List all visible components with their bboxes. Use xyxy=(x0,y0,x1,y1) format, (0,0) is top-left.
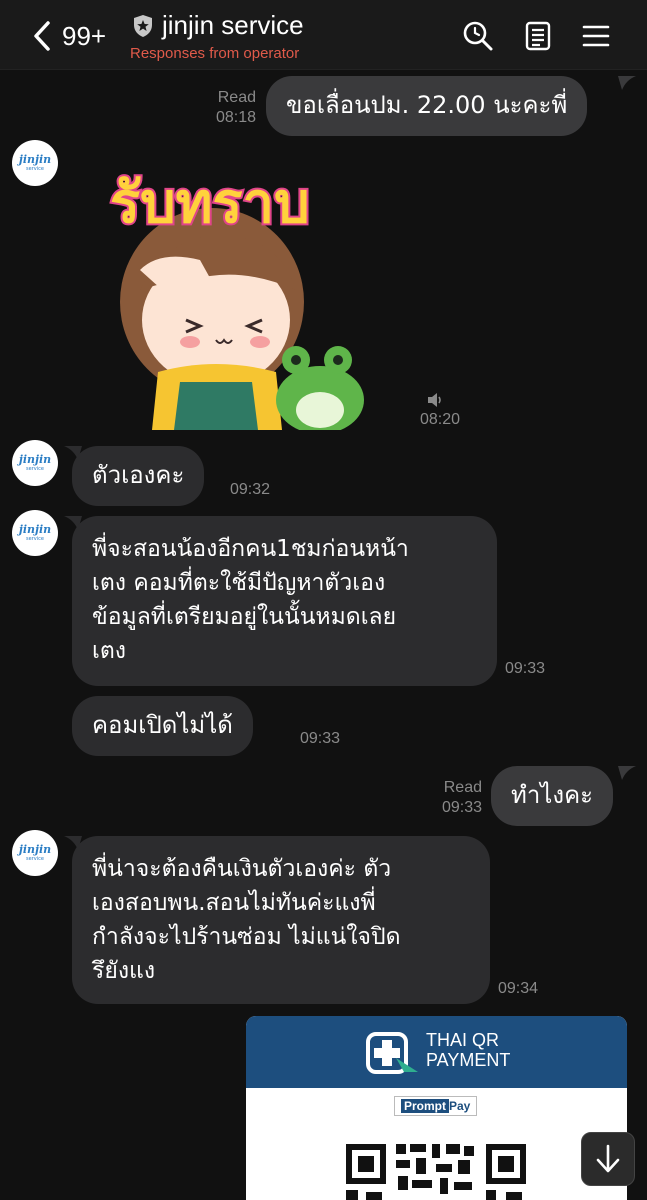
avatar[interactable]: jinjin service xyxy=(12,440,58,486)
message-line: ข้อมูลที่เตรียมอยู่ในนั้นหมดเลย xyxy=(92,604,397,630)
message-bubble-incoming[interactable]: คอมเปิดไม่ได้ xyxy=(72,696,253,756)
message-text: ทำไงคะ xyxy=(511,781,594,809)
message-time: 09:32 xyxy=(230,481,271,498)
qr-brand-text: THAI QR PAYMENT xyxy=(426,1030,511,1070)
menu-icon[interactable] xyxy=(580,20,612,52)
avatar[interactable]: jinjin service xyxy=(12,830,58,876)
message-line: พี่น่าจะต้องคืนเงินตัวเองค่ะ ตัว xyxy=(92,856,392,882)
read-status: Read xyxy=(217,89,256,106)
search-icon[interactable] xyxy=(462,20,494,52)
shield-star-icon xyxy=(134,14,152,37)
scroll-to-bottom-button[interactable] xyxy=(581,1132,635,1186)
bubble-tail xyxy=(618,76,636,90)
sticker-image[interactable]: รับทราบ xyxy=(100,160,390,430)
speaker-icon[interactable] xyxy=(426,392,444,408)
back-button[interactable]: 99+ xyxy=(30,18,106,54)
chat-title: jinjin service xyxy=(162,10,304,40)
thai-qr-logo-icon xyxy=(366,1032,418,1074)
qr-code-image xyxy=(346,1144,526,1200)
message-line: เตง xyxy=(92,638,127,664)
promptpay-logo: Prompt Pay xyxy=(394,1096,478,1116)
message-line: เตง คอมที่ตะใช้มีปัญหาตัวเอง xyxy=(92,570,386,596)
message-bubble-outgoing[interactable]: ขอเลื่อนปม. 22.00 นะคะพี่ xyxy=(266,76,588,136)
arrow-down-icon xyxy=(596,1144,620,1173)
message-time: 09:33 xyxy=(300,730,341,747)
message-text: ขอเลื่อนปม. 22.00 นะคะพี่ xyxy=(286,91,568,119)
message-time: 09:33 xyxy=(505,660,546,677)
read-status: Read xyxy=(443,779,482,796)
chat-subtitle: Responses from operator xyxy=(130,45,300,62)
message-line: เองสอบพน.สอนไม่ทันค่ะแงพี่ xyxy=(92,890,376,916)
message-line: กำลังจะไปร้านซ่อม ไม่แน่ใจปิด xyxy=(92,924,401,950)
chat-title-area[interactable]: jinjin service Responses from operator xyxy=(130,10,304,62)
unread-count: 99+ xyxy=(62,20,107,51)
chevron-left-icon xyxy=(34,21,50,51)
message-bubble-outgoing[interactable]: ทำไงคะ xyxy=(491,766,614,826)
message-line: พี่จะสอนน้องอีกคน1ชมก่อนหน้า xyxy=(92,536,409,562)
message-meta: Read 09:33 xyxy=(420,778,482,818)
message-time: 08:20 xyxy=(420,411,461,428)
notes-icon[interactable] xyxy=(522,20,554,52)
qr-card-header: THAI QR PAYMENT xyxy=(246,1016,627,1088)
avatar[interactable]: jinjin service xyxy=(12,140,58,186)
message-bubble-incoming[interactable]: พี่จะสอนน้องอีกคน1ชมก่อนหน้า เตง คอมที่ต… xyxy=(72,516,497,686)
thai-qr-payment-card[interactable]: THAI QR PAYMENT Prompt Pay xyxy=(246,1016,627,1200)
message-text: ตัวเองคะ xyxy=(92,461,185,489)
sticker-text: รับทราบ xyxy=(110,171,310,236)
avatar[interactable]: jinjin service xyxy=(12,510,58,556)
chat-header: 99+ jinjin service Responses from operat… xyxy=(0,0,647,70)
message-line: รึยังแง xyxy=(92,958,156,984)
message-bubble-incoming[interactable]: ตัวเองคะ xyxy=(72,446,205,506)
message-meta: Read 08:18 xyxy=(196,88,256,128)
message-bubble-incoming[interactable]: พี่น่าจะต้องคืนเงินตัวเองค่ะ ตัว เองสอบพ… xyxy=(72,836,490,1004)
message-time: 09:33 xyxy=(441,799,482,816)
message-time: 08:18 xyxy=(215,109,256,126)
bubble-tail xyxy=(618,766,636,780)
message-time: 09:34 xyxy=(498,980,539,997)
message-text: คอมเปิดไม่ได้ xyxy=(92,711,233,739)
